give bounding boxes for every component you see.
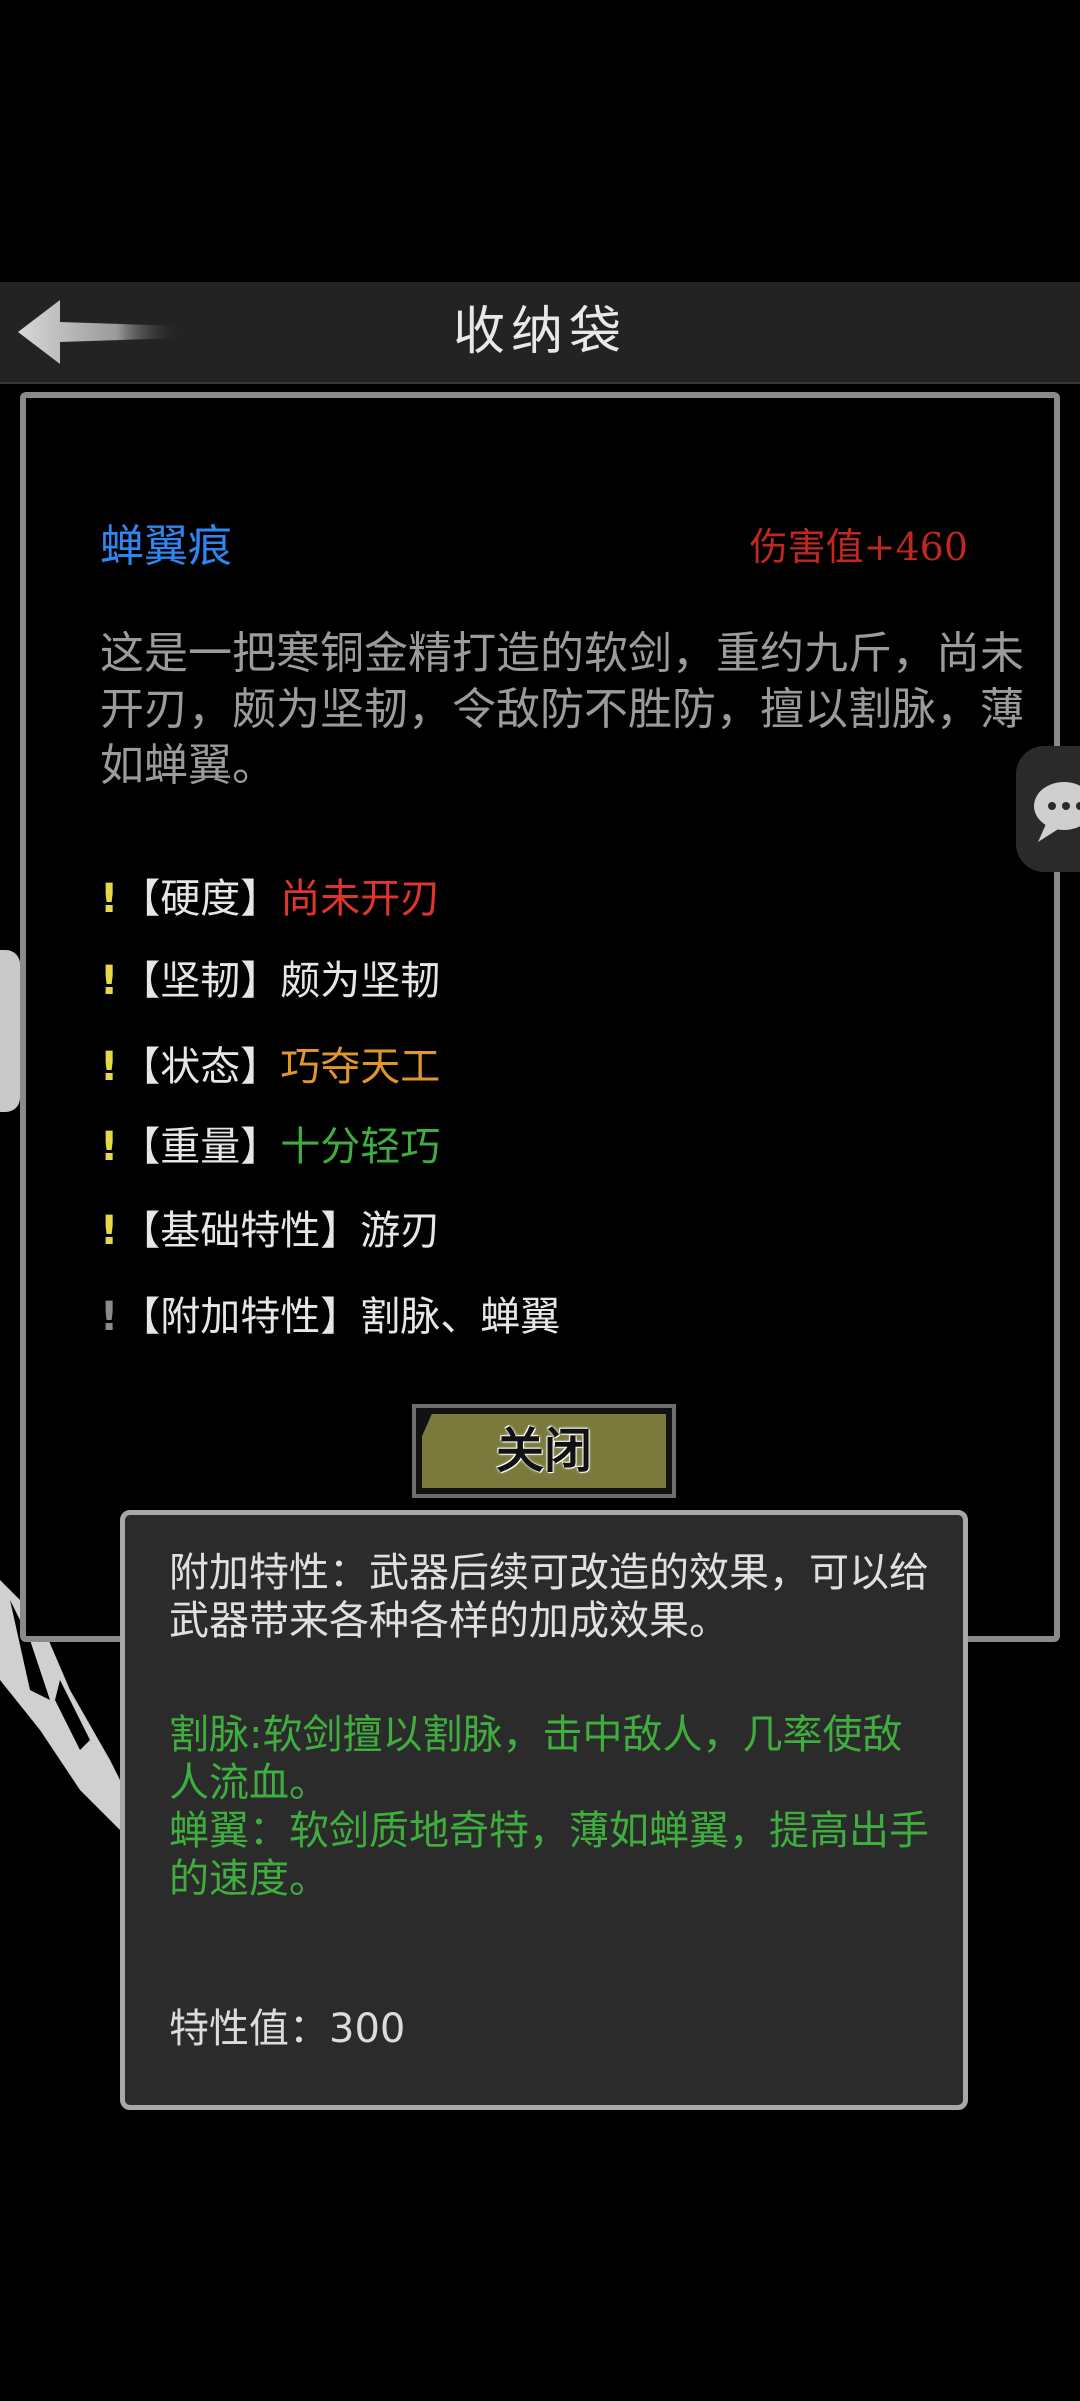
attribute-value: 十分轻巧: [280, 1124, 441, 1170]
exclamation-icon: !: [100, 876, 119, 922]
item-description: 这是一把寒铜金精打造的软剑，重约九斤，尚未开刃，颇为坚韧，令敌防不胜防，擅以割脉…: [100, 628, 1024, 791]
screen: 收纳袋 蝉翼痕 伤害值+460 这是一把寒铜金精打造的软剑，重约九斤，尚未开刃，…: [0, 0, 1080, 2401]
chat-bubble-button[interactable]: [1016, 746, 1080, 872]
exclamation-icon: !: [100, 958, 119, 1004]
item-detail-panel: 蝉翼痕 伤害值+460 这是一把寒铜金精打造的软剑，重约九斤，尚未开刃，颇为坚韧…: [20, 392, 1060, 1642]
exclamation-icon: !: [100, 1124, 119, 1170]
attribute-row-status: !【状态】巧夺天工: [100, 1034, 440, 1092]
tooltip-description: 附加特性：武器后续可改造的效果，可以给武器带来各种各样的加成效果。: [169, 1550, 929, 1644]
attribute-value: 尚未开刃: [280, 876, 441, 922]
attribute-value: 巧夺天工: [280, 1044, 441, 1090]
close-button[interactable]: 关闭: [412, 1404, 676, 1498]
attribute-label: 【硬度】: [120, 876, 281, 922]
attribute-label: 【状态】: [120, 1044, 281, 1090]
exclamation-icon: !: [100, 1044, 119, 1090]
attribute-value: 游刃: [360, 1208, 441, 1254]
attribute-row-toughness: !【坚韧】颇为坚韧: [100, 948, 440, 1006]
tooltip-effect-bleed: 割脉:软剑擅以割脉，击中敌人，几率使敌人流血。: [169, 1712, 903, 1806]
attribute-value: 割脉、蝉翼: [360, 1294, 561, 1340]
exclamation-icon: !: [100, 1294, 119, 1340]
header-bar: 收纳袋: [0, 282, 1080, 384]
tooltip-trait-value: 特性值：300: [169, 2006, 406, 2052]
attribute-label: 【坚韧】: [120, 958, 281, 1004]
attribute-row-hardness: !【硬度】尚未开刃: [100, 866, 440, 924]
close-button-label: 关闭: [495, 1423, 592, 1479]
attribute-label: 【基础特性】: [120, 1208, 361, 1254]
attribute-row-extra-trait[interactable]: !【附加特性】割脉、蝉翼: [100, 1284, 560, 1342]
page-title: 收纳袋: [452, 302, 627, 362]
attribute-value: 颇为坚韧: [280, 958, 441, 1004]
item-name: 蝉翼痕: [100, 521, 232, 572]
tooltip-effect-cicada-wing: 蝉翼：软剑质地奇特，薄如蝉翼，提高出手的速度。: [169, 1808, 929, 1902]
exclamation-icon: !: [100, 1208, 119, 1254]
damage-value: 伤害值+460: [749, 525, 968, 569]
trait-tooltip: 附加特性：武器后续可改造的效果，可以给武器带来各种各样的加成效果。 割脉:软剑擅…: [120, 1510, 968, 2110]
side-drawer-handle[interactable]: [0, 950, 20, 1112]
attribute-row-weight: !【重量】十分轻巧: [100, 1114, 440, 1172]
attribute-label: 【附加特性】: [120, 1294, 361, 1340]
chat-bubble-icon: [1034, 782, 1080, 842]
attribute-row-base-trait: !【基础特性】游刃: [100, 1198, 440, 1256]
attribute-label: 【重量】: [120, 1124, 281, 1170]
